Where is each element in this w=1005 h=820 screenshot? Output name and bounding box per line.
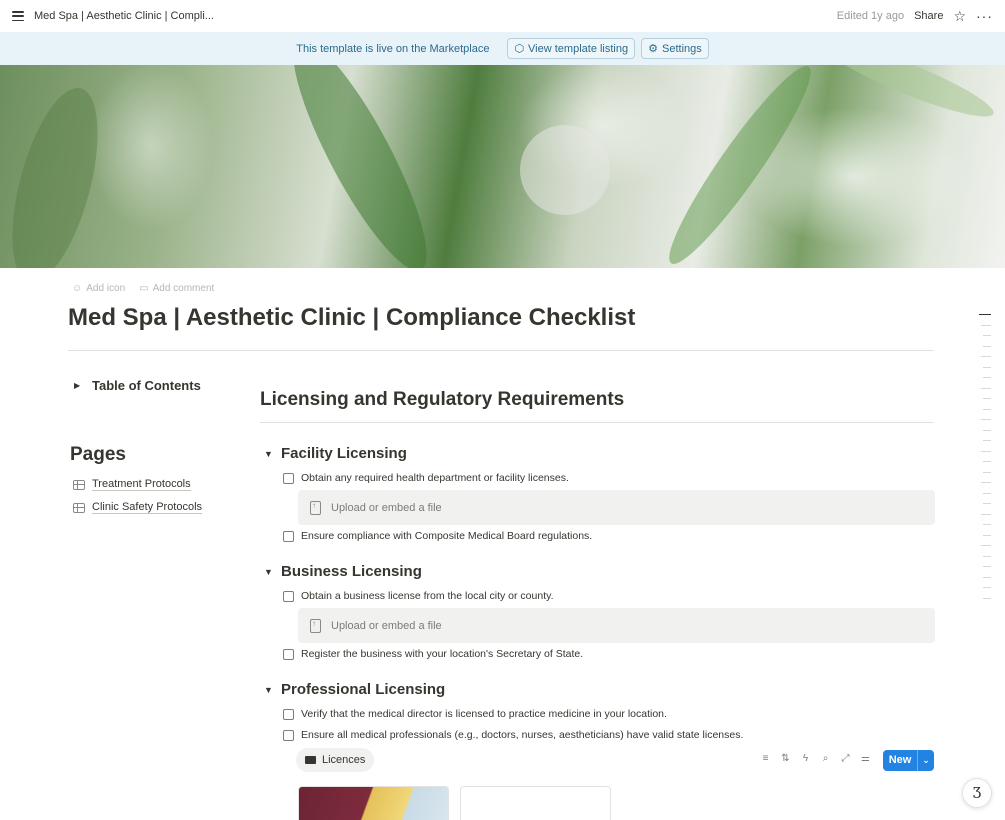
toggle-heading-label: Business Licensing — [281, 563, 422, 580]
table-of-contents-toggle[interactable]: ▶ Table of Contents — [74, 378, 201, 393]
todo-item: Obtain a business license from the local… — [283, 590, 554, 602]
divider — [68, 350, 934, 351]
search-icon[interactable]: ⌕ — [820, 753, 831, 764]
checkbox[interactable] — [283, 472, 294, 484]
page-link-clinic-safety-protocols[interactable]: Clinic Safety Protocols — [73, 501, 203, 514]
add-comment-button[interactable]: ▭ Add comment — [139, 283, 214, 294]
todo-text: Obtain a business license from the local… — [301, 590, 554, 602]
gallery-card[interactable] — [460, 786, 611, 820]
todo-text: Ensure compliance with Composite Medical… — [301, 530, 593, 542]
toggle-heading-label: Facility Licensing — [281, 445, 407, 462]
outline-minimap[interactable] — [979, 314, 991, 608]
todo-item: Obtain any required health department or… — [283, 472, 569, 484]
todo-text: Ensure all medical professionals (e.g., … — [301, 729, 744, 741]
toggle-business-licensing[interactable]: ▼ Business Licensing — [264, 563, 422, 580]
page-link-treatment-protocols[interactable]: Treatment Protocols — [73, 478, 191, 491]
more-horizontal-icon[interactable]: ··· — [976, 9, 993, 23]
add-icon-label: Add icon — [86, 283, 126, 294]
todo-item: Ensure all medical professionals (e.g., … — [283, 729, 743, 741]
checkbox[interactable] — [283, 648, 294, 660]
notion-ai-icon: Ʒ — [972, 784, 982, 802]
page-meta-controls: ☺ Add icon ▭ Add comment — [72, 283, 214, 294]
todo-item: Ensure compliance with Composite Medical… — [283, 530, 592, 542]
filter-icon[interactable]: ≡ — [760, 753, 771, 764]
toggle-down-icon: ▼ — [264, 684, 273, 695]
page-title[interactable]: Med Spa | Aesthetic Clinic | Compliance … — [68, 304, 635, 332]
upload-file-block[interactable]: Upload or embed a file — [298, 490, 935, 525]
todo-text: Verify that the medical director is lice… — [301, 708, 667, 720]
breadcrumb[interactable]: Med Spa | Aesthetic Clinic | Compli... — [34, 10, 214, 22]
toggle-professional-licensing[interactable]: ▼ Professional Licensing — [264, 681, 445, 698]
gear-icon: ⚙ — [648, 43, 658, 55]
add-icon-button[interactable]: ☺ Add icon — [72, 283, 125, 294]
id-card-icon — [305, 756, 316, 764]
expand-icon[interactable]: ⤢ — [840, 753, 851, 764]
toggle-down-icon: ▼ — [264, 448, 273, 459]
todo-text: Obtain any required health department or… — [301, 472, 569, 484]
new-button-label: New — [883, 750, 918, 771]
sort-icon[interactable]: ⇅ — [780, 753, 791, 764]
todo-item: Register the business with your location… — [283, 648, 583, 660]
todo-item: Verify that the medical director is lice… — [283, 708, 667, 720]
table-icon — [73, 479, 85, 490]
star-icon[interactable]: ☆ — [953, 9, 966, 23]
page-link-label: Clinic Safety Protocols — [92, 501, 203, 514]
checkbox[interactable] — [283, 729, 294, 741]
database-view-label: Licences — [322, 754, 366, 766]
checkbox[interactable] — [283, 530, 294, 542]
file-upload-icon — [310, 618, 321, 633]
upload-file-block[interactable]: Upload or embed a file — [298, 608, 935, 643]
menu-icon[interactable] — [12, 11, 24, 21]
divider — [260, 422, 934, 423]
checkbox[interactable] — [283, 708, 294, 720]
database-view-tab[interactable]: Licences — [296, 748, 375, 772]
notion-ai-button[interactable]: Ʒ — [962, 778, 992, 808]
edited-timestamp: Edited 1y ago — [836, 10, 905, 22]
settings-button[interactable]: ⚙ Settings — [641, 38, 709, 59]
page-link-label: Treatment Protocols — [92, 478, 191, 491]
section-heading: Licensing and Regulatory Requirements — [260, 389, 625, 410]
settings-sliders-icon[interactable]: ⚌ — [860, 753, 871, 764]
toc-label: Table of Contents — [92, 378, 201, 393]
marketplace-banner: This template is live on the Marketplace… — [0, 32, 1005, 65]
banner-text: This template is live on the Marketplace — [296, 42, 490, 55]
automation-icon[interactable]: ϟ — [800, 753, 811, 764]
add-comment-label: Add comment — [152, 283, 215, 294]
gallery-card[interactable] — [298, 786, 449, 820]
toggle-down-icon: ▼ — [264, 566, 273, 577]
pages-heading: Pages — [70, 444, 126, 465]
new-button[interactable]: New ⌄ — [883, 750, 934, 771]
upload-label: Upload or embed a file — [331, 501, 442, 514]
toggle-heading-label: Professional Licensing — [281, 681, 446, 698]
view-template-listing-button[interactable]: ⬡ View template listing — [507, 38, 636, 59]
topbar-actions: Edited 1y ago Share ☆ ··· — [837, 9, 993, 23]
smiley-icon: ☺ — [72, 283, 83, 294]
toggle-right-icon: ▶ — [74, 381, 81, 390]
listing-icon: ⬡ — [514, 43, 525, 55]
top-bar: Med Spa | Aesthetic Clinic | Compli... E… — [0, 0, 1005, 32]
todo-text: Register the business with your location… — [301, 648, 584, 660]
share-button[interactable]: Share — [914, 10, 943, 22]
comment-icon: ▭ — [139, 283, 149, 294]
table-icon — [73, 502, 85, 513]
cover-image[interactable] — [0, 65, 1005, 268]
checkbox[interactable] — [283, 590, 294, 602]
upload-label: Upload or embed a file — [331, 619, 442, 632]
file-upload-icon — [310, 500, 321, 515]
settings-label: Settings — [662, 42, 702, 55]
toggle-facility-licensing[interactable]: ▼ Facility Licensing — [264, 445, 407, 462]
database-toolbar: ≡ ⇅ ϟ ⌕ ⤢ ⚌ — [760, 753, 871, 764]
view-template-listing-label: View template listing — [528, 42, 629, 55]
chevron-down-icon[interactable]: ⌄ — [918, 755, 934, 766]
